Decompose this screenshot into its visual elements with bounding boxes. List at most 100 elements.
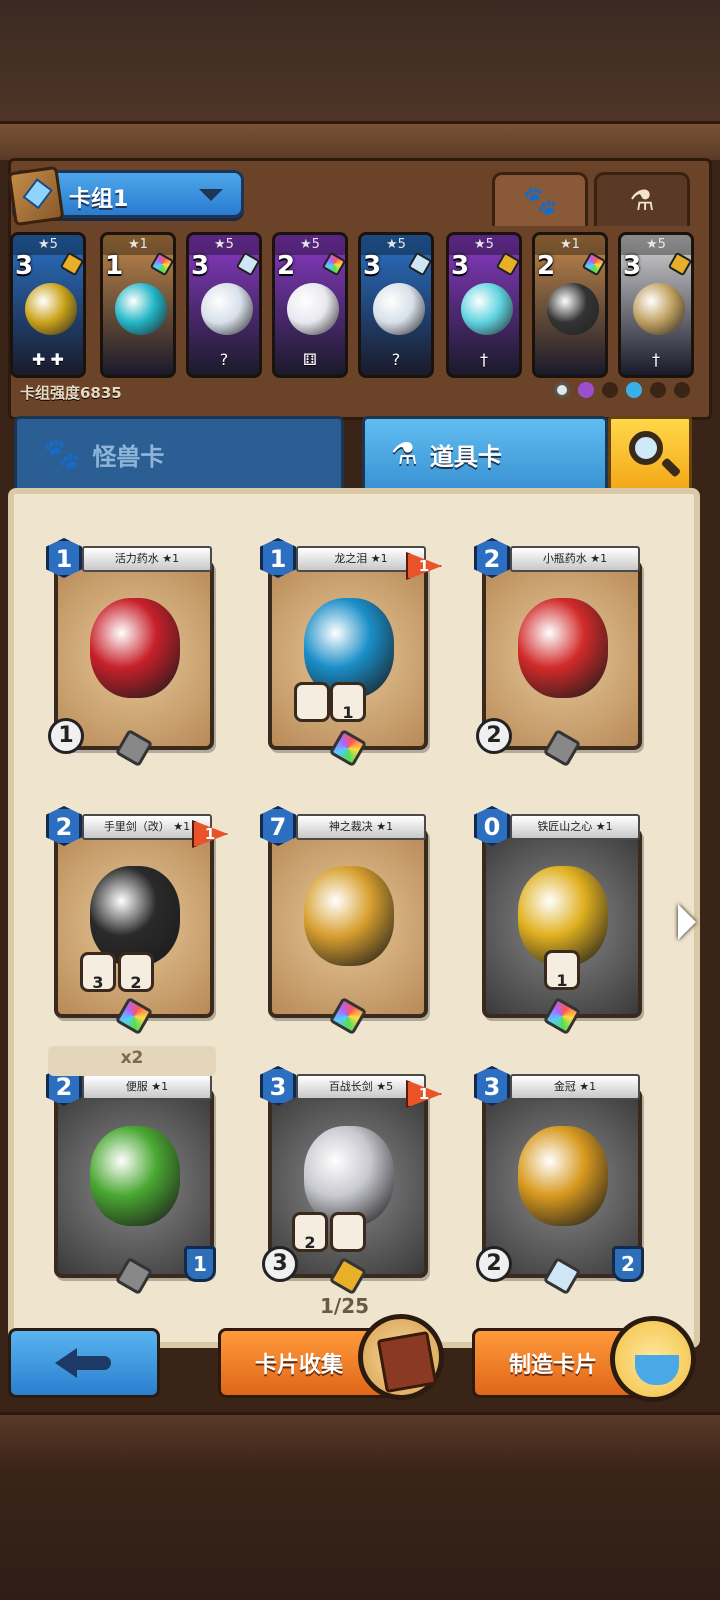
next-page-arrow-icon[interactable] — [678, 904, 696, 940]
paw-icon: 🐾 — [43, 436, 81, 472]
arcane-element-icon[interactable] — [578, 382, 594, 398]
scroll-requirement-badge — [294, 682, 330, 722]
back-arrow-icon — [55, 1348, 115, 1378]
deck-power-label: 卡组强度6835 — [20, 384, 122, 402]
deck-card[interactable]: ★1 2 — [532, 232, 608, 378]
deck-card[interactable]: ★5 2 ⚅ — [272, 232, 348, 378]
card-cost: 2 — [277, 251, 296, 281]
deck-card[interactable]: ★5 3 † — [618, 232, 694, 378]
deck-book-icon — [7, 165, 65, 227]
card-cost: 3 — [191, 251, 210, 281]
rarity-gem-icon — [321, 251, 345, 277]
water-element-icon[interactable] — [626, 382, 642, 398]
fire-element-icon[interactable] — [674, 382, 690, 398]
badge-value: 1 — [342, 703, 354, 722]
paw-jar-icon[interactable] — [610, 1316, 696, 1402]
card-ability-icons: † — [652, 350, 660, 369]
search-icon-handle — [660, 457, 682, 478]
card-ability-icons: ⚅ — [303, 350, 317, 369]
bottom-wood-frame — [0, 1412, 720, 1600]
card-ability-icons: ? — [219, 350, 229, 369]
item-card[interactable]: 手里剑（改） ★1 2 1 — [46, 806, 228, 1036]
back-button[interactable] — [8, 1328, 160, 1398]
item-card[interactable]: 金冠 ★1 3 2 2 — [474, 1066, 648, 1296]
card-cost: 1 — [105, 251, 124, 281]
card-art — [304, 866, 394, 966]
card-cost: 3 — [363, 251, 382, 281]
card-ability-icons: ✚ ✚ — [32, 350, 64, 369]
paw-icon: 🐾 — [522, 184, 558, 217]
badge-value: 1 — [556, 971, 568, 990]
rarity-gem-icon — [581, 251, 605, 277]
element-filter-icons — [554, 382, 690, 398]
chevron-down-icon — [199, 189, 223, 201]
deck-card[interactable]: ★5 3? — [358, 232, 434, 378]
card-left-stat: 3 — [262, 1246, 298, 1282]
search-button[interactable] — [608, 416, 692, 492]
item-card[interactable]: 龙之泪 ★1 1 1 — [260, 538, 442, 768]
card-left-stat: 2 — [476, 1246, 512, 1282]
tab-item-deck[interactable]: ⚗ — [594, 172, 690, 226]
crystal-requirement-badge: 1 — [544, 950, 580, 990]
card-art — [518, 598, 608, 698]
card-name: 活力药水 ★1 — [82, 546, 212, 572]
deck-name: 卡组1 — [69, 187, 129, 212]
item-card[interactable]: 小瓶药水 ★1 2 2 — [474, 538, 648, 768]
card-art — [304, 1126, 394, 1226]
deck-card[interactable]: ★5 3 † — [446, 232, 522, 378]
rarity-gem-icon — [495, 251, 519, 277]
card-art — [90, 598, 180, 698]
badge-value: 2 — [130, 973, 142, 992]
crystal-requirement-badge: 1 — [330, 682, 366, 722]
card-ability-icons: † — [480, 350, 488, 369]
card-name: 铁匠山之心 ★1 — [510, 814, 640, 840]
card-cost: 2 — [537, 251, 556, 281]
card-name: 便服 ★1 — [82, 1074, 212, 1100]
air-element-icon[interactable] — [650, 382, 666, 398]
neutral-element-icon[interactable] — [554, 382, 570, 398]
tab-monster-cards[interactable]: 🐾 怪兽卡 — [14, 416, 344, 492]
tab-item-cards[interactable]: ⚗ 道具卡 — [362, 416, 608, 492]
rarity-gem-icon — [59, 251, 83, 277]
earth-element-icon[interactable] — [602, 382, 618, 398]
potion-icon: ⚗ — [629, 184, 655, 217]
card-cost: 3 — [451, 251, 470, 281]
rarity-gem-icon — [407, 251, 431, 277]
card-left-stat: 1 — [48, 718, 84, 754]
card-art — [201, 283, 253, 335]
tab-item-label: 道具卡 — [429, 442, 502, 471]
card-art — [373, 283, 425, 335]
card-cost: 3 — [623, 251, 642, 281]
chat-requirement-badge: 2 — [118, 952, 154, 992]
badge-value: 3 — [92, 973, 104, 992]
deck-card[interactable]: ★5 3? — [186, 232, 262, 378]
tab-monster-deck[interactable]: 🐾 — [492, 172, 588, 226]
potion-icon: ⚗ — [391, 436, 418, 472]
card-art — [90, 866, 180, 966]
page-indicator: 1/25 — [320, 1294, 370, 1318]
item-card[interactable]: 神之裁决 ★1 7 — [260, 806, 434, 1036]
card-name: 金冠 ★1 — [510, 1074, 640, 1100]
card-right-stat: 1 — [184, 1246, 216, 1282]
card-ability-icons: ? — [391, 350, 401, 369]
item-card[interactable]: 便服 ★1 2 1 — [46, 1066, 220, 1296]
deck-selector[interactable]: 卡组1 — [7, 165, 244, 227]
card-name: 神之裁决 ★1 — [296, 814, 426, 840]
card-art — [547, 283, 599, 335]
craft-card-label: 制造卡片 — [509, 1353, 598, 1378]
clover-requirement-badge: 3 — [80, 952, 116, 992]
top-wood-frame — [0, 0, 720, 160]
card-art — [518, 1126, 608, 1226]
item-card[interactable]: 活力药水 ★1 1 1 — [46, 538, 220, 768]
rarity-gem-icon — [667, 251, 691, 277]
deck-card[interactable]: ★1 1 — [100, 232, 176, 378]
card-cost: 3 — [15, 251, 34, 281]
rarity-gem-icon — [149, 251, 173, 277]
deck-card[interactable]: ★5 3 ✚ ✚ — [10, 232, 86, 378]
card-book-icon[interactable] — [358, 1314, 444, 1400]
item-card[interactable]: 百战长剑 ★5 3 1 3 — [260, 1066, 442, 1296]
card-art — [287, 283, 339, 335]
card-art — [633, 283, 685, 335]
item-card[interactable]: 铁匠山之心 ★1 0 — [474, 806, 648, 1036]
card-art — [25, 283, 77, 335]
